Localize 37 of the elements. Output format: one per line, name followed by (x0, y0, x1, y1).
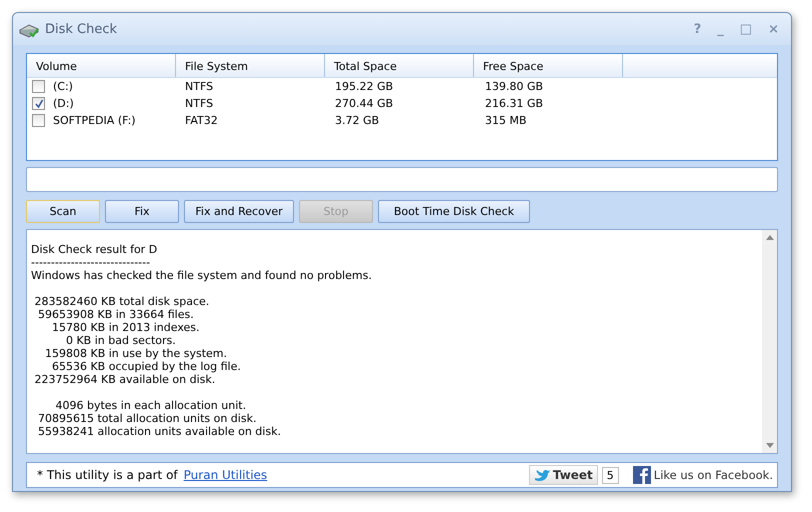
table-cell: 195.22 GB (335, 80, 394, 93)
action-button[interactable]: Fix (105, 200, 179, 223)
facebook-link[interactable]: Like us on Facebook. (654, 468, 773, 482)
facebook-icon (632, 466, 651, 484)
window-title: Disk Check (45, 22, 118, 36)
tweet-count: 5 (602, 466, 619, 484)
action-button[interactable]: Fix and Recover (184, 200, 294, 223)
column-header[interactable]: File System (176, 54, 325, 77)
table-cell: 216.31 GB (485, 97, 544, 110)
table-cell: 270.44 GB (335, 97, 394, 110)
table-cell: NTFS (185, 80, 214, 93)
table-cell: NTFS (185, 97, 214, 110)
table-cell: 139.80 GB (485, 80, 544, 93)
utilities-link[interactable]: Puran Utilities (184, 468, 268, 482)
column-header[interactable]: Total Space (325, 54, 474, 77)
checkbox[interactable] (32, 97, 45, 110)
table-cell: 315 MB (485, 114, 527, 127)
tweet-button[interactable]: Tweet (528, 465, 598, 485)
footer-note: * This utility is a part of (37, 468, 178, 482)
table-cell-text: (D:) (52, 97, 74, 110)
scroll-up-icon (764, 234, 774, 241)
action-button[interactable]: Boot Time Disk Check (378, 200, 530, 223)
table-cell: FAT32 (185, 114, 218, 127)
table-cell: 3.72 GB (335, 114, 380, 127)
table-cell-text: SOFTPEDIA (F:) (52, 114, 136, 127)
result-text: Disk Check result for D ------------------------------ Windows has checked the file system and found no problems. 283582460 KB total disk space. 59653908 KB in 33664 files. 15780 KB in 2013 indexes. 0 KB in bad sectors. 159808 KB in use by the system. 65536 KB occupied by the log file. 223752964 KB available on disk. 4096 bytes in each allocation unit. 70895615 total allocation units on disk. 55938241 allocation units available on disk. (30, 242, 373, 440)
column-header[interactable]: Free Space (474, 54, 623, 77)
checkbox[interactable] (32, 80, 45, 93)
scrollbar[interactable] (762, 230, 777, 453)
checkbox[interactable] (32, 114, 45, 127)
scroll-down-icon (764, 442, 774, 449)
table-cell-text: (C:) (52, 80, 73, 93)
path-field[interactable] (26, 167, 778, 192)
action-button[interactable]: Scan (26, 200, 100, 223)
column-header[interactable]: Volume (27, 54, 176, 77)
check-icon (34, 98, 44, 108)
bird-icon (534, 468, 550, 482)
